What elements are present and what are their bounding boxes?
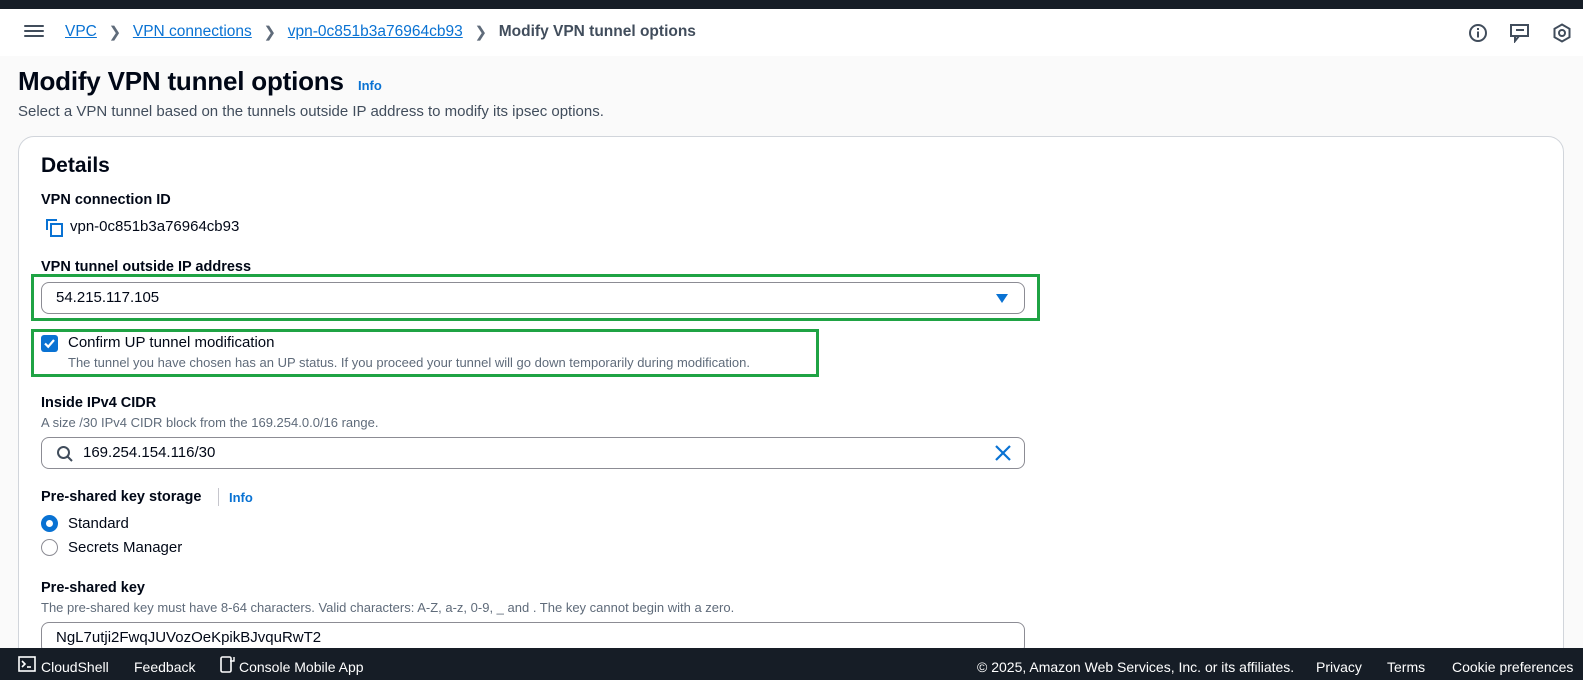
connection-id-label: VPN connection ID <box>41 192 171 208</box>
mobile-phone-icon <box>220 656 235 673</box>
breadcrumb-vpn-id[interactable]: vpn-0c851b3a76964cb93 <box>288 23 463 41</box>
cidr-value: 169.254.154.116/30 <box>83 444 216 461</box>
terms-link[interactable]: Terms <box>1387 659 1425 675</box>
feedback-link[interactable]: Feedback <box>134 659 195 675</box>
top-strip <box>0 0 1583 9</box>
cidr-input[interactable]: 169.254.154.116/30 <box>41 437 1025 469</box>
outside-ip-select[interactable]: 54.215.117.105 <box>41 282 1025 314</box>
feedback-screen-icon[interactable] <box>1499 21 1541 45</box>
caret-down-icon <box>996 294 1008 303</box>
divider <box>218 488 219 506</box>
cookie-preferences-link[interactable]: Cookie preferences <box>1452 659 1573 675</box>
page-description: Select a VPN tunnel based on the tunnels… <box>18 103 604 120</box>
radio-standard[interactable] <box>41 515 58 532</box>
breadcrumb-vpn-connections[interactable]: VPN connections <box>133 23 252 41</box>
main-content: Modify VPN tunnel options Info Select a … <box>0 56 1583 648</box>
copy-icon[interactable] <box>44 218 66 238</box>
cloudshell-icon <box>18 656 36 672</box>
radio-secrets-manager[interactable] <box>41 539 58 556</box>
confirm-checkbox[interactable] <box>41 335 58 352</box>
confirm-description: The tunnel you have chosen has an UP sta… <box>68 355 750 370</box>
psk-input[interactable]: NgL7utji2FwqJUVozOeKpikBJvquRwT2 <box>41 622 1025 648</box>
confirm-label[interactable]: Confirm UP tunnel modification <box>68 334 274 351</box>
psk-label: Pre-shared key <box>41 580 145 596</box>
connection-id-value: vpn-0c851b3a76964cb93 <box>70 218 240 235</box>
breadcrumb-vpc[interactable]: VPC <box>65 23 97 41</box>
radio-standard-label[interactable]: Standard <box>68 515 129 532</box>
privacy-link[interactable]: Privacy <box>1316 659 1362 675</box>
page-title: Modify VPN tunnel options <box>18 66 344 96</box>
radio-secrets-manager-label[interactable]: Secrets Manager <box>68 539 182 556</box>
mobile-app-link[interactable]: Console Mobile App <box>239 659 364 675</box>
chevron-right-icon: ❯ <box>474 24 488 41</box>
storage-label: Pre-shared key storage <box>41 489 202 505</box>
search-icon <box>57 446 73 462</box>
storage-info-link[interactable]: Info <box>229 490 253 505</box>
outside-ip-label: VPN tunnel outside IP address <box>41 259 252 275</box>
top-icon-group <box>1457 21 1583 45</box>
menu-icon[interactable] <box>24 23 44 41</box>
settings-hex-icon[interactable] <box>1541 21 1583 45</box>
info-circle-icon[interactable] <box>1457 21 1499 45</box>
details-panel: Details VPN connection ID vpn-0c851b3a76… <box>18 136 1564 648</box>
checkmark-icon <box>44 339 55 349</box>
chevron-right-icon: ❯ <box>108 24 122 41</box>
breadcrumb-bar: VPC ❯ VPN connections ❯ vpn-0c851b3a7696… <box>0 9 1583 56</box>
cidr-label: Inside IPv4 CIDR <box>41 395 157 411</box>
copyright-text: © 2025, Amazon Web Services, Inc. or its… <box>977 659 1295 675</box>
breadcrumb: VPC ❯ VPN connections ❯ vpn-0c851b3a7696… <box>65 23 696 41</box>
details-title: Details <box>41 154 110 177</box>
chevron-right-icon: ❯ <box>263 24 277 41</box>
cloudshell-link[interactable]: CloudShell <box>41 659 109 675</box>
outside-ip-value: 54.215.117.105 <box>56 289 160 306</box>
title-info-link[interactable]: Info <box>358 78 382 93</box>
footer: CloudShell Feedback Console Mobile App ©… <box>0 648 1583 680</box>
cidr-hint: A size /30 IPv4 CIDR block from the 169.… <box>41 415 379 430</box>
breadcrumb-current: Modify VPN tunnel options <box>498 23 696 40</box>
psk-hint: The pre-shared key must have 8-64 charac… <box>41 600 735 615</box>
psk-value: NgL7utji2FwqJUVozOeKpikBJvquRwT2 <box>56 629 322 646</box>
close-icon[interactable] <box>994 444 1012 462</box>
